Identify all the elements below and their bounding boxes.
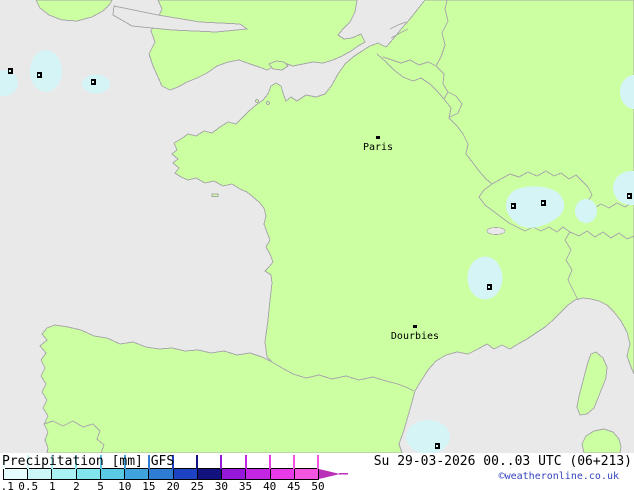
bar-segment [270,469,294,479]
bar-segment [28,469,52,479]
precip-symbol-icon [627,193,632,199]
precip-patch [467,256,503,300]
bar-segment [100,469,125,479]
scale-label: 0.5 [18,480,39,490]
precip-symbol-icon [8,68,13,74]
legend-tick [244,455,247,469]
bar-segment [246,469,270,479]
belle-ile [211,193,219,197]
city-label: Dourbies [390,331,440,342]
precip-patch [30,50,62,92]
bar-segment [52,469,76,479]
legend-tick [317,455,319,469]
legend-tick [292,455,295,469]
precipitation-map: Paris Dourbies [0,0,634,453]
scale-label: 5 [97,480,104,490]
precip-patch [406,420,450,453]
scale-label: 20 [166,480,180,490]
legend-tick [268,455,271,469]
scale-label: 0.1 [0,480,14,490]
bar-segment [294,469,319,479]
bar-segment [173,469,197,479]
legend-tick [196,455,199,469]
scale-label: 30 [214,480,228,490]
scale-label: 35 [238,480,253,490]
scale-label: 15 [142,480,156,490]
bar-segment [197,469,222,479]
precip-symbol-icon [435,443,440,449]
lake-geneva [486,227,506,235]
precip-patch [82,74,110,94]
precip-symbol-icon [487,284,492,290]
precip-symbol-icon [511,203,516,209]
scale-label: 50 [311,480,325,490]
scale-label: 2 [73,480,80,490]
legend-title: Precipitation [mm] GFS [2,454,175,469]
bar-segment [222,469,246,479]
scale-label: 1 [48,480,56,490]
bar-segment [149,469,173,479]
precip-symbol-icon [541,200,546,206]
bar-segment [76,469,100,479]
scale-label: 10 [118,480,132,490]
scale-label: 40 [263,480,277,490]
legend-tick [220,455,223,469]
bar-segment [4,469,28,479]
channel-island [266,101,270,105]
precip-symbol-icon [91,79,96,85]
city-marker [413,325,417,328]
legend-strip: Precipitation [mm] GFS 0.10.512510152025… [0,453,634,490]
scale-label: 45 [287,480,301,490]
copyright-text: ©weatheronline.co.uk [498,471,619,482]
forecast-datetime: Su 29-03-2026 00..03 UTC (06+213) [373,454,632,469]
scale-label: 25 [190,480,204,490]
precip-color-bar [3,468,319,480]
city-marker [376,136,380,139]
city-label: Paris [362,142,394,153]
bar-segment [125,469,149,479]
precip-symbol-icon [37,72,42,78]
map-svg [0,0,634,453]
precip-patch [575,199,597,223]
colorbar-arrow-icon [319,469,348,479]
channel-island [255,99,259,103]
weather-map-screen: Paris Dourbies Precipitation [mm] GFS 0.1… [0,0,634,490]
